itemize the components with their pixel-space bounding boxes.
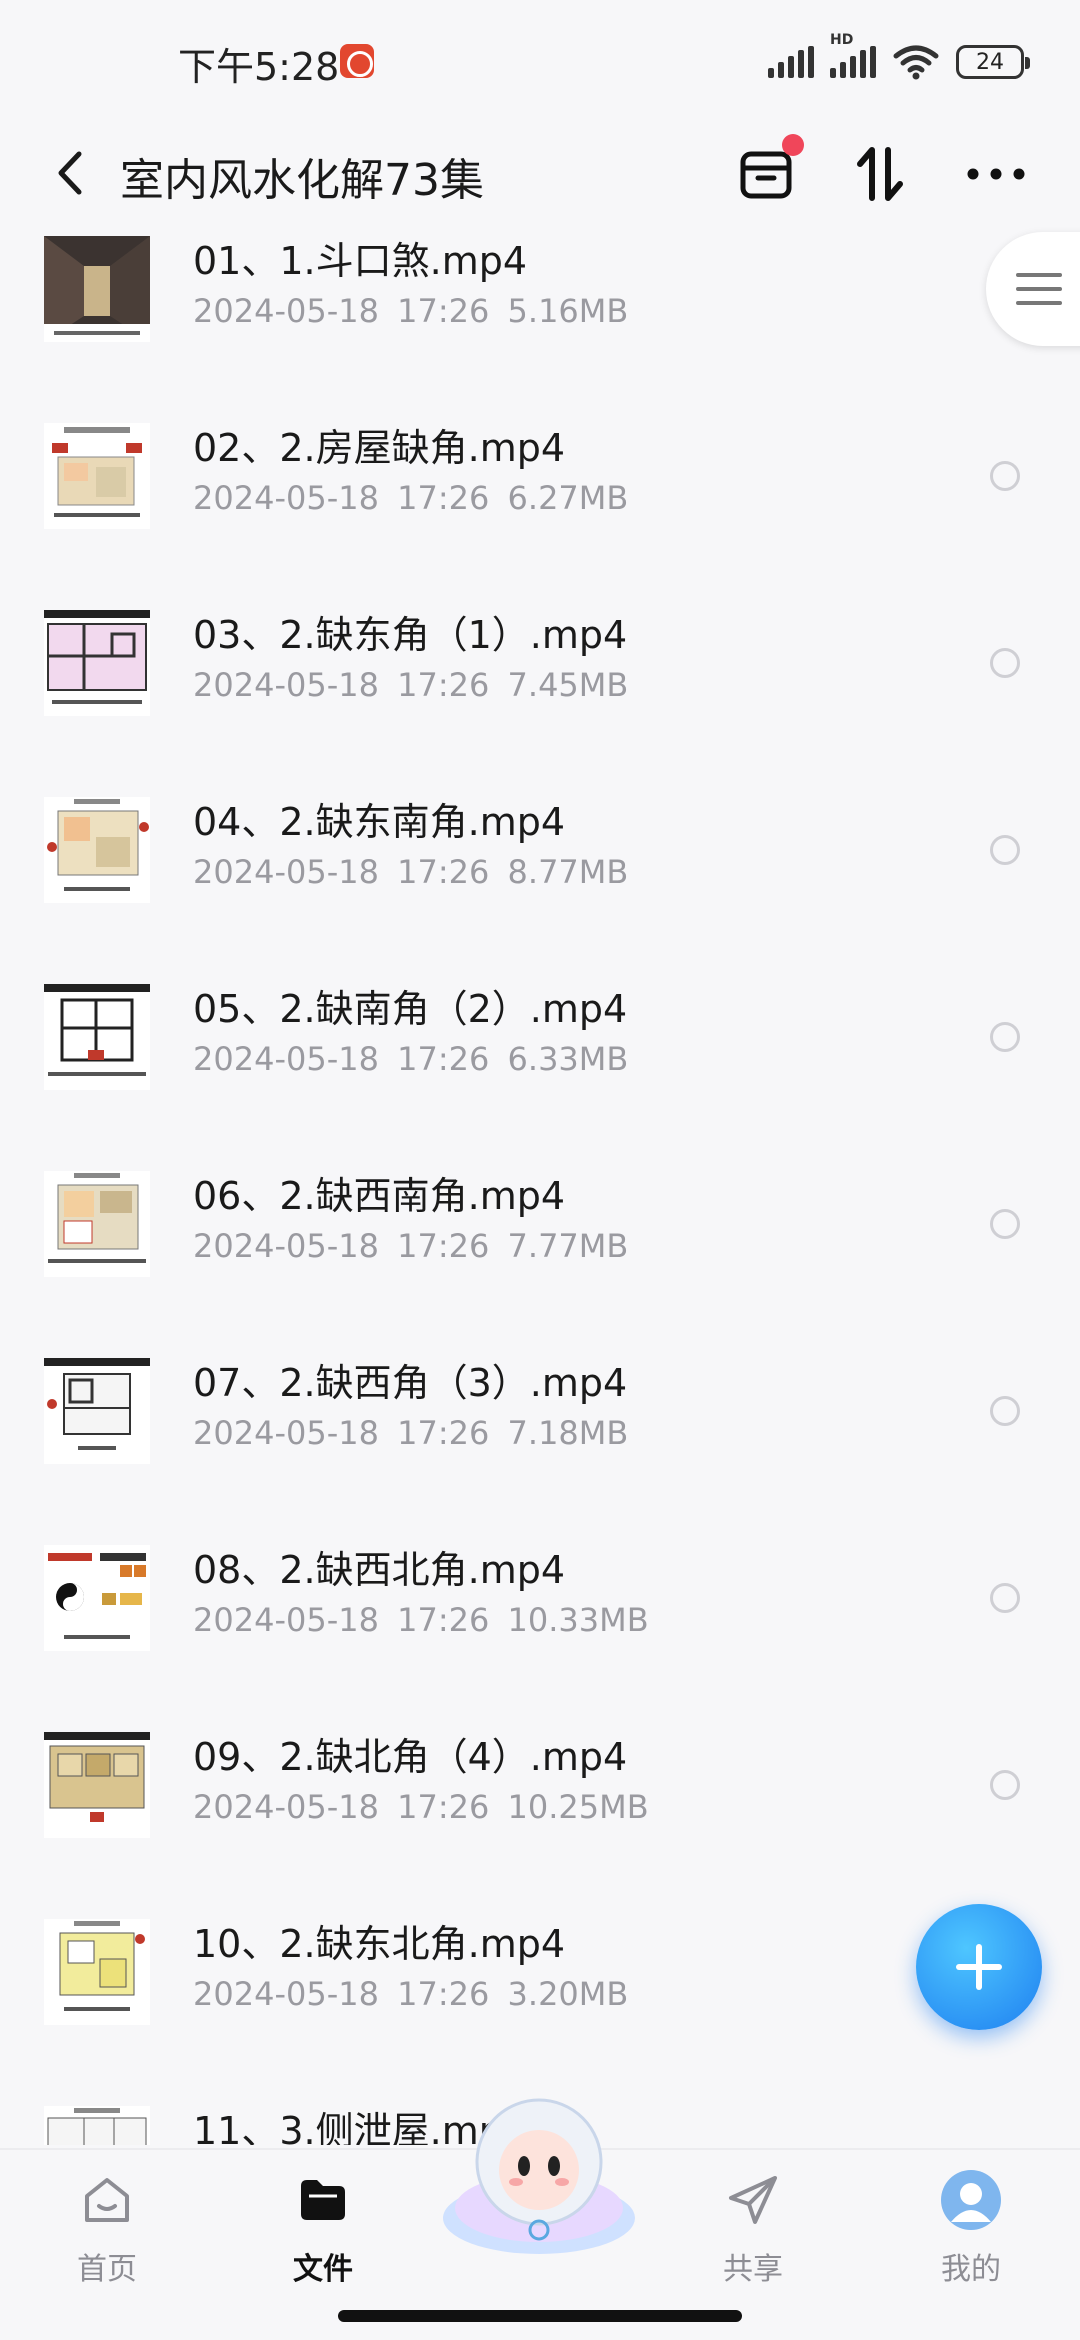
file-row-04[interactable]: 04、2.缺东南角.mp4 2024-05-18 17:26 8.77MB [0,781,1080,968]
nav-mine-label: 我的 [941,2252,1001,2287]
more-dots-icon [967,168,1025,180]
file-meta: 2024-05-18 17:26 5.16MB [193,292,629,330]
video-thumbnail [44,2106,150,2145]
file-meta: 2024-05-18 17:26 7.77MB [193,1227,629,1265]
select-radio[interactable] [990,461,1020,491]
app-notification-icon [340,44,374,78]
file-meta: 2024-05-18 17:26 10.33MB [193,1601,649,1639]
select-radio[interactable] [990,648,1020,678]
sort-button[interactable] [840,134,920,214]
file-meta: 2024-05-18 17:26 6.27MB [193,479,629,517]
folder-icon [291,2168,355,2232]
file-name: 06、2.缺西南角.mp4 [193,1174,566,1218]
nav-files[interactable]: 文件 [248,2168,398,2288]
hd-signal-icon: HD [830,32,876,78]
chevron-left-icon [58,151,82,195]
transfer-box-button[interactable] [726,134,806,214]
video-thumbnail [44,236,150,342]
file-row-03[interactable]: 03、2.缺东角（1）.mp4 2024-05-18 17:26 7.45MB [0,594,1080,781]
paper-plane-icon [721,2168,785,2232]
file-row-06[interactable]: 06、2.缺西南角.mp4 2024-05-18 17:26 7.77MB [0,1155,1080,1342]
hd-label: HD [830,32,854,48]
select-radio[interactable] [990,835,1020,865]
select-radio[interactable] [990,1022,1020,1052]
file-name: 07、2.缺西角（3）.mp4 [193,1361,628,1405]
file-meta: 2024-05-18 17:26 7.45MB [193,666,629,704]
file-name: 09、2.缺北角（4）.mp4 [193,1735,628,1779]
sort-arrows-icon [857,147,903,201]
menu-lines-icon [1016,273,1062,305]
battery-level: 24 [976,49,1004,75]
home-indicator-bar [338,2310,742,2322]
back-button[interactable] [40,138,100,208]
nav-share-label: 共享 [723,2252,783,2287]
more-options-button[interactable] [956,134,1036,214]
file-meta: 2024-05-18 17:26 8.77MB [193,853,629,891]
file-name: 01、1.斗口煞.mp4 [193,239,528,283]
select-radio[interactable] [990,1770,1020,1800]
file-list: 01、1.斗口煞.mp4 2024-05-18 17:26 5.16MB 02、… [0,220,1080,2145]
plus-icon [956,1944,1002,1990]
file-row-05[interactable]: 05、2.缺南角（2）.mp4 2024-05-18 17:26 6.33MB [0,968,1080,1155]
file-row-10[interactable]: 10、2.缺东北角.mp4 2024-05-18 17:26 3.20MB [0,1903,1080,2090]
select-radio[interactable] [990,1583,1020,1613]
select-radio[interactable] [990,1396,1020,1426]
file-name: 05、2.缺南角（2）.mp4 [193,987,628,1031]
nav-files-label: 文件 [293,2252,353,2287]
file-name: 10、2.缺东北角.mp4 [193,1922,566,1966]
status-icons: HD 24 [768,32,1030,84]
file-name: 03、2.缺东角（1）.mp4 [193,613,628,657]
file-meta: 2024-05-18 17:26 3.20MB [193,1975,629,2013]
file-meta: 2024-05-18 17:26 7.18MB [193,1414,629,1452]
top-app-bar: 室内风水化解73集 [0,120,1080,230]
status-time: 下午5:28 [178,45,340,89]
app-screen: 下午5:28 HD 24 室内风水化解73集 01、1.斗口煞.mp4 2024… [0,0,1080,2340]
video-thumbnail [44,1545,150,1651]
video-thumbnail [44,1732,150,1838]
home-icon [75,2168,139,2232]
nav-mine[interactable]: 我的 [896,2168,1046,2288]
video-thumbnail [44,984,150,1090]
video-thumbnail [44,1358,150,1464]
archive-box-icon [740,151,792,199]
nav-home-label: 首页 [77,2252,137,2287]
video-thumbnail [44,1171,150,1277]
file-name: 02、2.房屋缺角.mp4 [193,426,566,470]
video-thumbnail [44,610,150,716]
avatar-icon [939,2168,1003,2232]
nav-home[interactable]: 首页 [32,2168,182,2288]
file-name: 08、2.缺西北角.mp4 [193,1548,566,1592]
file-row-02[interactable]: 02、2.房屋缺角.mp4 2024-05-18 17:26 6.27MB [0,407,1080,594]
file-row-09[interactable]: 09、2.缺北角（4）.mp4 2024-05-18 17:26 10.25MB [0,1716,1080,1903]
file-row-07[interactable]: 07、2.缺西角（3）.mp4 2024-05-18 17:26 7.18MB [0,1342,1080,1529]
wifi-icon [893,45,939,80]
page-title: 室内风水化解73集 [120,155,484,206]
ai-assistant-mascot[interactable] [436,2090,642,2260]
battery-icon: 24 [956,45,1030,79]
video-thumbnail [44,423,150,529]
file-meta: 2024-05-18 17:26 6.33MB [193,1040,629,1078]
file-row-08[interactable]: 08、2.缺西北角.mp4 2024-05-18 17:26 10.33MB [0,1529,1080,1716]
notification-dot [782,134,804,156]
video-thumbnail [44,797,150,903]
add-fab-button[interactable] [916,1904,1042,2030]
video-thumbnail [44,1919,150,2025]
status-bar: 下午5:28 HD 24 [0,0,1080,120]
file-meta: 2024-05-18 17:26 10.25MB [193,1788,649,1826]
signal-icon [768,46,814,78]
nav-share[interactable]: 共享 [678,2168,828,2288]
file-row-01[interactable]: 01、1.斗口煞.mp4 2024-05-18 17:26 5.16MB [0,220,1080,407]
file-name: 04、2.缺东南角.mp4 [193,800,566,844]
select-radio[interactable] [990,1209,1020,1239]
